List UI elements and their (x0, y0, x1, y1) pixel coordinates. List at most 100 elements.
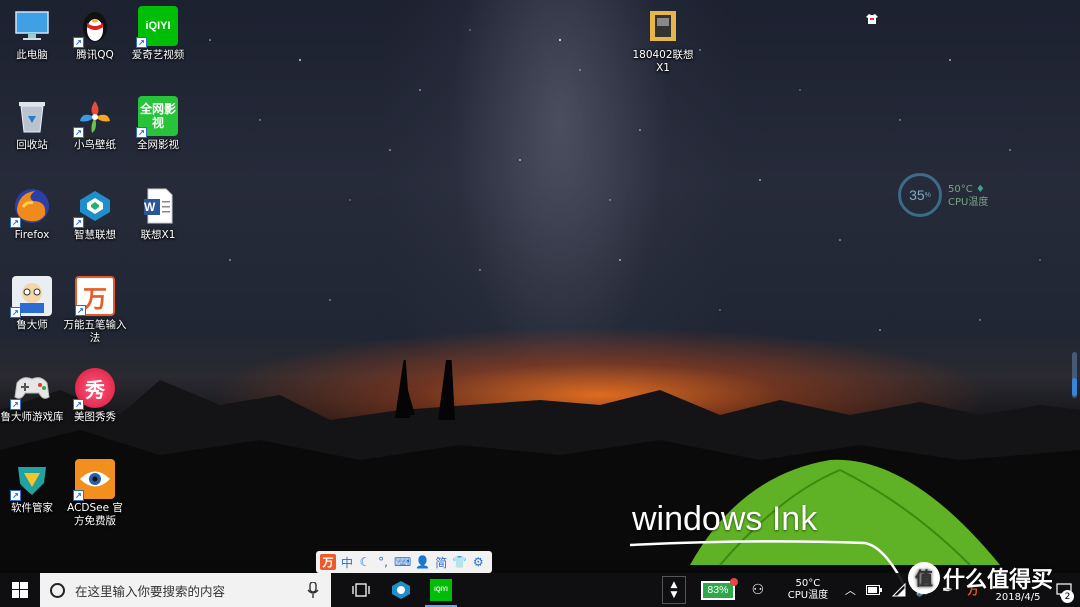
battery-icon (865, 585, 882, 595)
cortana-icon[interactable] (50, 582, 65, 598)
desktop-icon-this-pc[interactable]: 此电脑 (0, 6, 68, 62)
task-view-icon (352, 583, 370, 597)
settings-gear-icon[interactable]: ⚙ (471, 555, 485, 569)
volume-slider[interactable] (1072, 352, 1077, 398)
watermark: 值 什么值得买 (908, 562, 1053, 594)
tray-temp-value: 50°C (795, 578, 821, 589)
ime-logo-icon[interactable]: 万 (320, 554, 336, 570)
cpu-temp-label: CPU温度 (948, 197, 989, 208)
battery-percent: 83% (707, 584, 729, 596)
iqiyi-taskbar-icon: iQIYI (430, 579, 452, 601)
battery-indicator: 83% (700, 577, 738, 600)
bird-wallpaper-icon: ↗ (73, 96, 115, 138)
keyboard-icon[interactable]: ⌨ (394, 555, 411, 569)
desktop-icon-label: 180402联想X1 (632, 49, 694, 74)
desktop-icon-acdsee[interactable]: ↗ ACDSee 官方免费版 (59, 459, 131, 528)
battery-monitor[interactable]: 83% (696, 573, 740, 607)
power-status[interactable] (861, 573, 887, 607)
shortcut-arrow-icon: ↗ (73, 217, 84, 228)
recycle-bin-icon (12, 96, 52, 136)
desktop-icon-label: 鲁大师 (16, 319, 48, 331)
desktop-icon-recycle-bin[interactable]: 回收站 (0, 96, 68, 152)
folder-icon (643, 6, 683, 46)
desktop-icon-folder[interactable]: 180402联想X1 (627, 6, 699, 75)
word-document-icon: W (138, 186, 178, 226)
desktop-icon-label: 小鸟壁纸 (74, 139, 116, 151)
scroll-arrows-icon: ▲ ▼ (670, 580, 678, 600)
microphone-icon[interactable] (307, 581, 321, 598)
desktop-icon-ludashi-games[interactable]: ↗ 鲁大师游戏库 (0, 368, 68, 424)
windows-logo-icon (12, 582, 28, 598)
tshirt-icon[interactable] (866, 10, 878, 24)
cpu-load-unit: % (924, 191, 931, 199)
shortcut-arrow-icon: ↗ (136, 127, 147, 138)
shortcut-arrow-icon: ↗ (10, 307, 21, 318)
windows-ink-annotation: windows Ink (632, 500, 818, 538)
desktop-icon-video-app[interactable]: 全网影视 ↗ 全网影视 (122, 96, 194, 152)
desktop-icon-label: ACDSee 官方免费版 (67, 502, 123, 527)
word-glyph: W (144, 200, 156, 214)
desktop-icon-bird-wallpaper[interactable]: ↗ 小鸟壁纸 (59, 96, 131, 152)
video-app-glyph: 全网影视 (140, 102, 177, 130)
desktop-icon-label: 腾讯QQ (76, 49, 114, 61)
tray-temp-label: CPU温度 (787, 590, 829, 601)
user-icon[interactable]: 👤 (415, 555, 430, 569)
shortcut-arrow-icon: ↗ (73, 127, 84, 138)
desktop-icon-label: 万能五笔输入法 (63, 319, 127, 344)
qq-penguin-icon: ↗ (73, 6, 115, 48)
desktop-icon-software-manager[interactable]: ↗ 软件管家 (0, 459, 68, 515)
shortcut-arrow-icon: ↗ (136, 37, 147, 48)
cpu-temp-value: 50°C (948, 184, 973, 195)
computer-icon (12, 6, 52, 46)
wubi-ime-icon: 万 ↗ (75, 276, 115, 316)
desktop-icon-firefox[interactable]: ↗ Firefox (0, 186, 68, 242)
desktop-icon-label: 软件管家 (11, 502, 53, 514)
skin-shirt-icon[interactable]: 👕 (452, 555, 467, 569)
desktop-icon-lenovo-smart[interactable]: ↗ 智慧联想 (59, 186, 131, 242)
shortcut-arrow-icon: ↗ (75, 305, 86, 316)
firefox-icon: ↗ (10, 186, 52, 228)
show-hidden-icons[interactable]: ︿ (840, 573, 861, 607)
desktop-icon-label: 鲁大师游戏库 (0, 411, 64, 423)
desktop-icon-meitu[interactable]: 秀 ↗ 美图秀秀 (59, 368, 131, 424)
people-icon: ⚇ (751, 582, 765, 598)
cpu-temp-readout: 50°C ♦ CPU温度 (948, 183, 988, 209)
desktop-icon-qq[interactable]: ↗ 腾讯QQ (59, 6, 131, 62)
taskbar-iqiyi-app[interactable]: iQIYI (421, 573, 461, 607)
chevron-up-icon: ︿ (844, 584, 856, 597)
search-placeholder: 在这里输入你要搜索的内容 (75, 583, 226, 599)
desktop-icon-label: 爱奇艺视频 (131, 49, 185, 61)
gamepad-icon: ↗ (10, 368, 52, 410)
lenovo-smart-icon: ↗ (73, 186, 115, 228)
cpu-monitor-widget[interactable]: 35% 50°C ♦ CPU温度 (898, 173, 998, 217)
cpu-load-value: 35 (909, 187, 925, 203)
desktop-icon-wubi-ime[interactable]: 万 ↗ 万能五笔输入法 (59, 276, 131, 345)
taskbar-lenovo-app[interactable] (381, 573, 421, 607)
moon-icon[interactable]: ☾ (358, 555, 372, 569)
desktop-icon-ludashi[interactable]: ↗ 鲁大师 (0, 276, 68, 332)
shortcut-arrow-icon: ↗ (73, 490, 84, 501)
meitu-glyph: 秀 (85, 379, 105, 402)
watermark-badge: 值 (908, 562, 940, 594)
desktop-icon-word-doc[interactable]: W 联想X1 (122, 186, 194, 242)
desktop-icon-iqiyi[interactable]: iQIYI ↗ 爱奇艺视频 (122, 6, 194, 62)
shortcut-arrow-icon: ↗ (73, 399, 84, 410)
ime-mode-toggle[interactable]: 中 (340, 554, 354, 571)
notification-count: 2 (1061, 590, 1074, 603)
ime-simplified-toggle[interactable]: 简 (434, 554, 448, 571)
tray-overflow[interactable]: ▲ ▼ (661, 576, 686, 604)
desktop-icon-label: 联想X1 (140, 229, 176, 241)
start-button[interactable] (0, 573, 40, 607)
ime-toolbar[interactable]: 万 中 ☾ °, ⌨ 👤 简 👕 ⚙ (316, 551, 492, 573)
punctuation-icon[interactable]: °, (376, 555, 390, 569)
taskbar-search-box[interactable]: 在这里输入你要搜索的内容 (40, 573, 331, 607)
desktop-icon-label: 回收站 (16, 139, 48, 151)
tray-cpu-temp[interactable]: 50°C CPU温度 (776, 573, 840, 607)
desktop-icon-label: 智慧联想 (74, 229, 116, 241)
task-view-button[interactable] (341, 573, 381, 607)
watermark-text: 什么值得买 (943, 568, 1054, 593)
volume-slider-thumb[interactable] (1072, 378, 1077, 396)
alert-dot (729, 577, 738, 586)
lenovo-app-icon (392, 581, 410, 599)
people-button[interactable]: ⚇ (740, 573, 776, 607)
